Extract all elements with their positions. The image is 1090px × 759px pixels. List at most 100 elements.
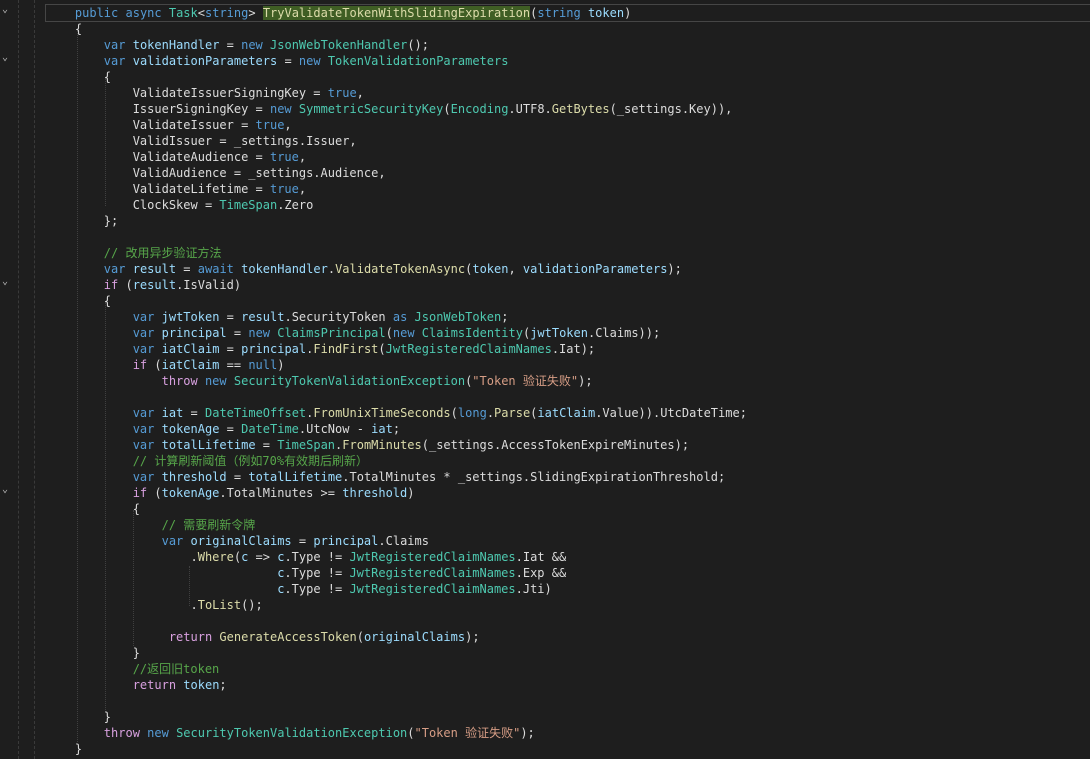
code-token: iatClaim <box>161 358 220 372</box>
code-token: return <box>132 678 177 692</box>
code-line[interactable]: { <box>46 293 1090 309</box>
code-token: var <box>132 342 155 356</box>
code-editor[interactable]: ⌄ ⌄ ⌄ ⌄ public async Task<string> TryVal… <box>0 0 1090 759</box>
code-line[interactable]: var validationParameters = new TokenVali… <box>46 53 1090 69</box>
code-line[interactable]: ValidAudience = _settings.Audience, <box>46 165 1090 181</box>
code-line[interactable]: var iat = DateTimeOffset. FromUnixTimeSec… <box>46 405 1090 421</box>
fold-chevron-icon[interactable]: ⌄ <box>2 277 12 287</box>
code-line[interactable]: } <box>46 741 1090 757</box>
code-line[interactable]: var jwtToken = result.SecurityToken as J… <box>46 309 1090 325</box>
code-token: threshold <box>342 486 408 500</box>
code-line[interactable]: .Where(c => c.Type != JwtRegisteredClaim… <box>46 549 1090 565</box>
code-token: == <box>219 358 249 372</box>
code-token: = <box>219 342 242 356</box>
code-token: . <box>46 598 198 612</box>
code-token: { <box>46 70 112 84</box>
code-token: new <box>147 726 169 740</box>
code-token: (_settings.Key)), <box>609 102 733 116</box>
code-line[interactable] <box>46 613 1090 629</box>
code-line[interactable]: { <box>46 69 1090 85</box>
code-token: FindFirst <box>313 342 379 356</box>
code-line[interactable]: var principal = new ClaimsPrincipal(new … <box>46 325 1090 341</box>
code-token: result <box>241 310 285 324</box>
code-line[interactable]: public async Task<string> TryValidateTok… <box>45 4 1090 22</box>
code-line[interactable] <box>46 389 1090 405</box>
code-token: JsonWebToken <box>414 310 502 324</box>
code-line[interactable]: ValidateIssuerSigningKey = true, <box>46 85 1090 101</box>
code-line[interactable]: { <box>46 501 1090 517</box>
code-line[interactable]: c.Type != JwtRegisteredClaimNames.Exp && <box>46 565 1090 581</box>
code-lines[interactable]: public async Task<string> TryValidateTok… <box>45 4 1090 757</box>
code-line[interactable]: .ToList(); <box>46 597 1090 613</box>
code-token: { <box>46 294 112 308</box>
code-token: FromUnixTimeSeconds <box>313 406 451 420</box>
code-line[interactable]: }; <box>46 213 1090 229</box>
fold-chevron-icon[interactable]: ⌄ <box>2 53 12 63</box>
code-line[interactable]: { <box>46 21 1090 37</box>
code-token: ; <box>219 678 227 692</box>
code-line[interactable]: ValidIssuer = _settings.Issuer, <box>46 133 1090 149</box>
code-token: var <box>132 470 155 484</box>
code-line[interactable]: if (iatClaim == null) <box>46 357 1090 373</box>
code-line[interactable]: if (tokenAge.TotalMinutes >= threshold) <box>46 485 1090 501</box>
fold-chevron-icon[interactable]: ⌄ <box>2 5 12 15</box>
code-line[interactable]: var totalLifetime = TimeSpan.FromMinutes… <box>46 437 1090 453</box>
code-line[interactable]: if (result.IsValid) <box>46 277 1090 293</box>
code-token: , <box>298 150 307 164</box>
code-token: } <box>46 742 83 756</box>
code-token: token <box>472 262 509 276</box>
code-line[interactable] <box>46 693 1090 709</box>
code-token: var <box>103 38 126 52</box>
code-token: .Iat && <box>515 550 567 564</box>
code-token: jwtToken <box>530 326 588 340</box>
code-line[interactable]: var tokenHandler = new JsonWebTokenHandl… <box>46 37 1090 53</box>
fold-chevron-icon[interactable]: ⌄ <box>2 485 12 495</box>
code-token: . <box>486 406 495 420</box>
editor-margin[interactable]: ⌄ ⌄ ⌄ ⌄ <box>0 0 40 759</box>
code-line[interactable]: } <box>46 645 1090 661</box>
code-line[interactable]: // 改用异步验证方法 <box>46 245 1090 261</box>
code-token: public <box>74 6 119 20</box>
code-line[interactable]: } <box>46 709 1090 725</box>
code-token: ValidateIssuer = <box>46 118 256 132</box>
code-token: principal <box>161 326 227 340</box>
code-line[interactable]: var originalClaims = principal.Claims <box>46 533 1090 549</box>
code-line[interactable]: // 计算刷新阈值（例如70%有效期后刷新） <box>46 453 1090 469</box>
code-token: throw <box>103 726 140 740</box>
code-token: "Token 验证失败" <box>414 726 521 740</box>
code-token: token <box>587 6 625 20</box>
code-token: new <box>298 54 321 68</box>
code-token: TimeSpan <box>277 438 336 452</box>
code-line[interactable]: ValidateIssuer = true, <box>46 117 1090 133</box>
code-token: = <box>183 406 205 420</box>
code-line[interactable]: var threshold = totalLifetime.TotalMinut… <box>46 469 1090 485</box>
code-token: ( <box>356 630 364 644</box>
code-line[interactable]: var iatClaim = principal.FindFirst(JwtRe… <box>46 341 1090 357</box>
code-line[interactable]: ValidateLifetime = true, <box>46 181 1090 197</box>
code-token: .TotalMinutes * _settings.SlidingExpirat… <box>342 470 726 484</box>
code-token: .Type != <box>284 566 350 580</box>
code-line[interactable]: var tokenAge = DateTime.UtcNow - iat; <box>46 421 1090 437</box>
code-line[interactable]: var result = await tokenHandler.Validate… <box>46 261 1090 277</box>
code-line[interactable]: IssuerSigningKey = new SymmetricSecurity… <box>46 101 1090 117</box>
code-line[interactable]: return GenerateAccessToken(originalClaim… <box>46 629 1090 645</box>
code-line[interactable]: //返回旧token <box>46 661 1090 677</box>
code-line[interactable]: ValidateAudience = true, <box>46 149 1090 165</box>
code-line[interactable]: throw new SecurityTokenValidationExcepti… <box>46 373 1090 389</box>
code-line[interactable]: ClockSkew = TimeSpan.Zero <box>46 197 1090 213</box>
code-token: } <box>46 710 112 724</box>
code-line[interactable]: c.Type != JwtRegisteredClaimNames.Jti) <box>46 581 1090 597</box>
code-token: result <box>132 262 177 276</box>
code-token: . <box>46 550 198 564</box>
code-token: ValidAudience = _settings.Audience, <box>46 166 386 180</box>
code-line[interactable] <box>46 229 1090 245</box>
code-line[interactable]: return token; <box>46 677 1090 693</box>
code-line[interactable]: throw new SecurityTokenValidationExcepti… <box>46 725 1090 741</box>
code-line[interactable]: // 需要刷新令牌 <box>46 517 1090 533</box>
